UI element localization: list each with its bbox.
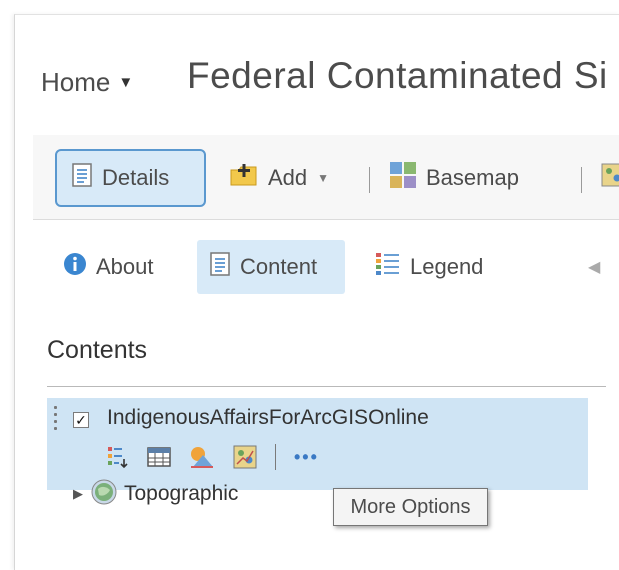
legend-list-icon <box>375 251 401 283</box>
more-options-icon[interactable]: ••• <box>294 447 319 468</box>
tab-about[interactable]: About <box>63 240 175 294</box>
content-document-icon <box>209 252 231 282</box>
add-button-label: Add <box>268 165 307 191</box>
details-button[interactable]: Details <box>55 149 206 207</box>
show-legend-icon[interactable] <box>107 445 129 469</box>
basemap-layer-row[interactable]: ▶ Topographic <box>73 478 238 510</box>
details-button-label: Details <box>102 165 169 191</box>
show-table-icon[interactable] <box>147 447 171 467</box>
layer-visibility-checkbox[interactable]: ✓ <box>73 412 89 428</box>
tab-about-label: About <box>96 254 154 280</box>
collapse-left-icon[interactable]: ◀ <box>588 240 608 294</box>
layer-tools: ••• <box>107 442 337 472</box>
page-title: Federal Contaminated Si <box>187 55 608 97</box>
add-folder-icon <box>229 163 259 193</box>
analysis-button[interactable] <box>601 149 619 207</box>
details-document-icon <box>71 163 93 193</box>
map-viewer-window: Home ▼ Federal Contaminated Si Details A… <box>14 14 619 570</box>
info-icon <box>63 252 87 282</box>
divider <box>275 444 276 470</box>
home-label: Home <box>41 67 110 98</box>
layer-name[interactable]: IndigenousAffairsForArcGISOnline <box>107 406 429 430</box>
tab-content[interactable]: Content <box>197 240 345 294</box>
home-menu[interactable]: Home ▼ <box>41 67 133 98</box>
chevron-down-icon: ▼ <box>118 74 133 91</box>
main-toolbar: Details Add ▼ Basemap <box>33 135 619 220</box>
chevron-down-icon: ▼ <box>317 171 329 185</box>
contents-heading: Contents <box>47 336 147 365</box>
toolbar-divider <box>581 167 582 193</box>
layer-row[interactable]: ✓ IndigenousAffairsForArcGISOnline ••• <box>47 398 588 490</box>
basemap-grid-icon <box>389 161 417 195</box>
add-button[interactable]: Add ▼ <box>229 149 329 207</box>
more-options-tooltip: More Options <box>333 488 488 526</box>
map-analysis-icon <box>601 163 619 193</box>
basemap-button[interactable]: Basemap <box>389 149 519 207</box>
divider <box>47 386 606 387</box>
perform-analysis-icon[interactable] <box>233 445 257 469</box>
tab-content-label: Content <box>240 254 317 280</box>
expand-triangle-icon[interactable]: ▶ <box>73 486 83 502</box>
tab-legend[interactable]: Legend <box>375 240 505 294</box>
tab-legend-label: Legend <box>410 254 483 280</box>
details-panel: About Content Legend ◀ Contents ✓ Indige… <box>33 220 619 570</box>
basemap-button-label: Basemap <box>426 165 519 191</box>
drag-handle-icon[interactable] <box>54 406 58 434</box>
change-style-icon[interactable] <box>189 445 215 469</box>
globe-icon <box>91 479 117 510</box>
basemap-layer-name[interactable]: Topographic <box>124 482 238 506</box>
app-header: Home ▼ Federal Contaminated Si <box>15 15 619 135</box>
toolbar-divider <box>369 167 370 193</box>
